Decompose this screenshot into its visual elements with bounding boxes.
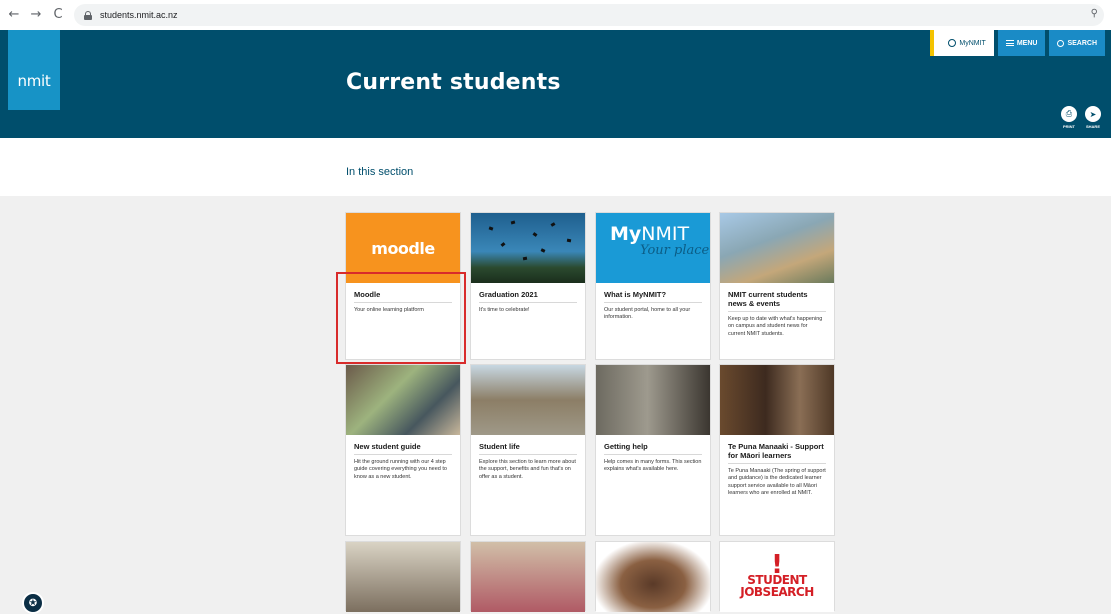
card-student-life[interactable]: Student life Explore this section to lea… bbox=[470, 364, 586, 536]
mynmit-tagline: Your place bbox=[640, 243, 710, 258]
menu-button[interactable]: MENU bbox=[997, 30, 1046, 56]
user-icon bbox=[948, 39, 957, 47]
forward-icon[interactable]: → bbox=[28, 7, 44, 23]
mynmit-label: MyNMIT bbox=[959, 39, 986, 47]
share-icon: ➤ bbox=[1085, 106, 1101, 122]
page-title: Current students bbox=[346, 70, 561, 95]
menu-icon bbox=[1005, 40, 1014, 46]
card-description: Te Puna Manaaki (The spring of support a… bbox=[728, 468, 826, 497]
card-graduation[interactable]: Graduation 2021 It's time to celebrate! bbox=[470, 212, 586, 360]
card-title: Te Puna Manaaki - Support for Māori lear… bbox=[728, 442, 826, 464]
section-header-band bbox=[0, 138, 1111, 196]
browser-toolbar: ← → C students.nmit.ac.nz ⚲ bbox=[0, 0, 1111, 30]
card-title: NMIT current students news & events bbox=[728, 290, 826, 312]
share-action[interactable]: ➤ SHARE bbox=[1085, 106, 1101, 129]
card-title: What is MyNMIT? bbox=[604, 290, 702, 303]
card-title: Getting help bbox=[604, 442, 702, 455]
share-label: SHARE bbox=[1085, 124, 1100, 129]
card-row3-1[interactable] bbox=[345, 541, 461, 612]
mynmit-button[interactable]: MyNMIT bbox=[930, 30, 994, 56]
reload-icon[interactable]: C bbox=[50, 7, 66, 23]
mynmit-logo-text: MyNMIT bbox=[610, 223, 690, 245]
section-title: In this section bbox=[346, 166, 414, 178]
card-row3-3[interactable] bbox=[595, 541, 711, 612]
address-bar[interactable]: students.nmit.ac.nz ⚲ bbox=[74, 4, 1104, 26]
print-action[interactable]: ⎙ PRINT bbox=[1061, 106, 1077, 129]
card-description: Hit the ground running with our 4 step g… bbox=[354, 459, 447, 480]
url-text: students.nmit.ac.nz bbox=[100, 10, 178, 20]
card-mynmit[interactable]: MyNMIT Your place What is MyNMIT? Our st… bbox=[595, 212, 711, 360]
card-title: Student life bbox=[479, 442, 577, 455]
student-guide-photo bbox=[346, 365, 460, 435]
card-title: Graduation 2021 bbox=[479, 290, 577, 303]
card-new-student-guide[interactable]: New student guide Hit the ground running… bbox=[345, 364, 461, 536]
card-description: Keep up to date with what's happening on… bbox=[728, 316, 823, 337]
page-actions: ⎙ PRINT ➤ SHARE bbox=[1061, 106, 1101, 129]
card-description: Help comes in many forms. This section e… bbox=[604, 459, 702, 473]
top-buttons: MyNMIT MENU SEARCH bbox=[930, 30, 1105, 56]
card-row3-4[interactable]: ! STUDENT JOBSEARCH bbox=[719, 541, 835, 612]
card-row3-2[interactable] bbox=[470, 541, 586, 612]
student-life-photo bbox=[471, 365, 585, 435]
site-header: nmit Current students MyNMIT MENU SEARCH… bbox=[0, 30, 1111, 138]
card-description: It's time to celebrate! bbox=[479, 307, 530, 313]
students-group-photo bbox=[471, 542, 585, 612]
graduation-photo bbox=[471, 213, 585, 283]
accessibility-icon[interactable]: ✪ bbox=[22, 592, 44, 614]
wallet-photo bbox=[596, 542, 710, 612]
search-label: SEARCH bbox=[1067, 39, 1097, 47]
print-label: PRINT bbox=[1063, 124, 1075, 129]
nmit-logo[interactable]: nmit bbox=[8, 30, 60, 110]
print-icon: ⎙ bbox=[1061, 106, 1077, 122]
card-te-puna-manaaki[interactable]: Te Puna Manaaki - Support for Māori lear… bbox=[719, 364, 835, 536]
back-icon[interactable]: ← bbox=[6, 7, 22, 23]
card-title: New student guide bbox=[354, 442, 452, 455]
jobsearch-line2: JOBSEARCH bbox=[740, 585, 814, 599]
students-walking-photo bbox=[346, 542, 460, 612]
card-description: Our student portal, home to all your inf… bbox=[604, 307, 691, 321]
logo-text: nmit bbox=[17, 72, 51, 90]
card-getting-help[interactable]: Getting help Help comes in many forms. T… bbox=[595, 364, 711, 536]
lock-icon bbox=[84, 10, 92, 20]
card-description: Explore this section to learn more about… bbox=[479, 459, 576, 480]
search-icon bbox=[1057, 39, 1065, 47]
exclamation-icon: ! bbox=[771, 550, 783, 580]
getting-help-photo bbox=[596, 365, 710, 435]
news-photo bbox=[720, 213, 834, 283]
mynmit-logo-image: MyNMIT Your place bbox=[596, 213, 710, 283]
student-jobsearch-logo: ! STUDENT JOBSEARCH bbox=[720, 542, 834, 612]
card-news-events[interactable]: NMIT current students news & events Keep… bbox=[719, 212, 835, 360]
te-puna-manaaki-photo bbox=[720, 365, 834, 435]
search-button[interactable]: SEARCH bbox=[1049, 30, 1105, 56]
menu-label: MENU bbox=[1016, 39, 1038, 47]
moodle-logo-text: moodle bbox=[371, 238, 435, 258]
zoom-icon[interactable]: ⚲ bbox=[1091, 8, 1098, 19]
highlight-box bbox=[336, 272, 466, 364]
